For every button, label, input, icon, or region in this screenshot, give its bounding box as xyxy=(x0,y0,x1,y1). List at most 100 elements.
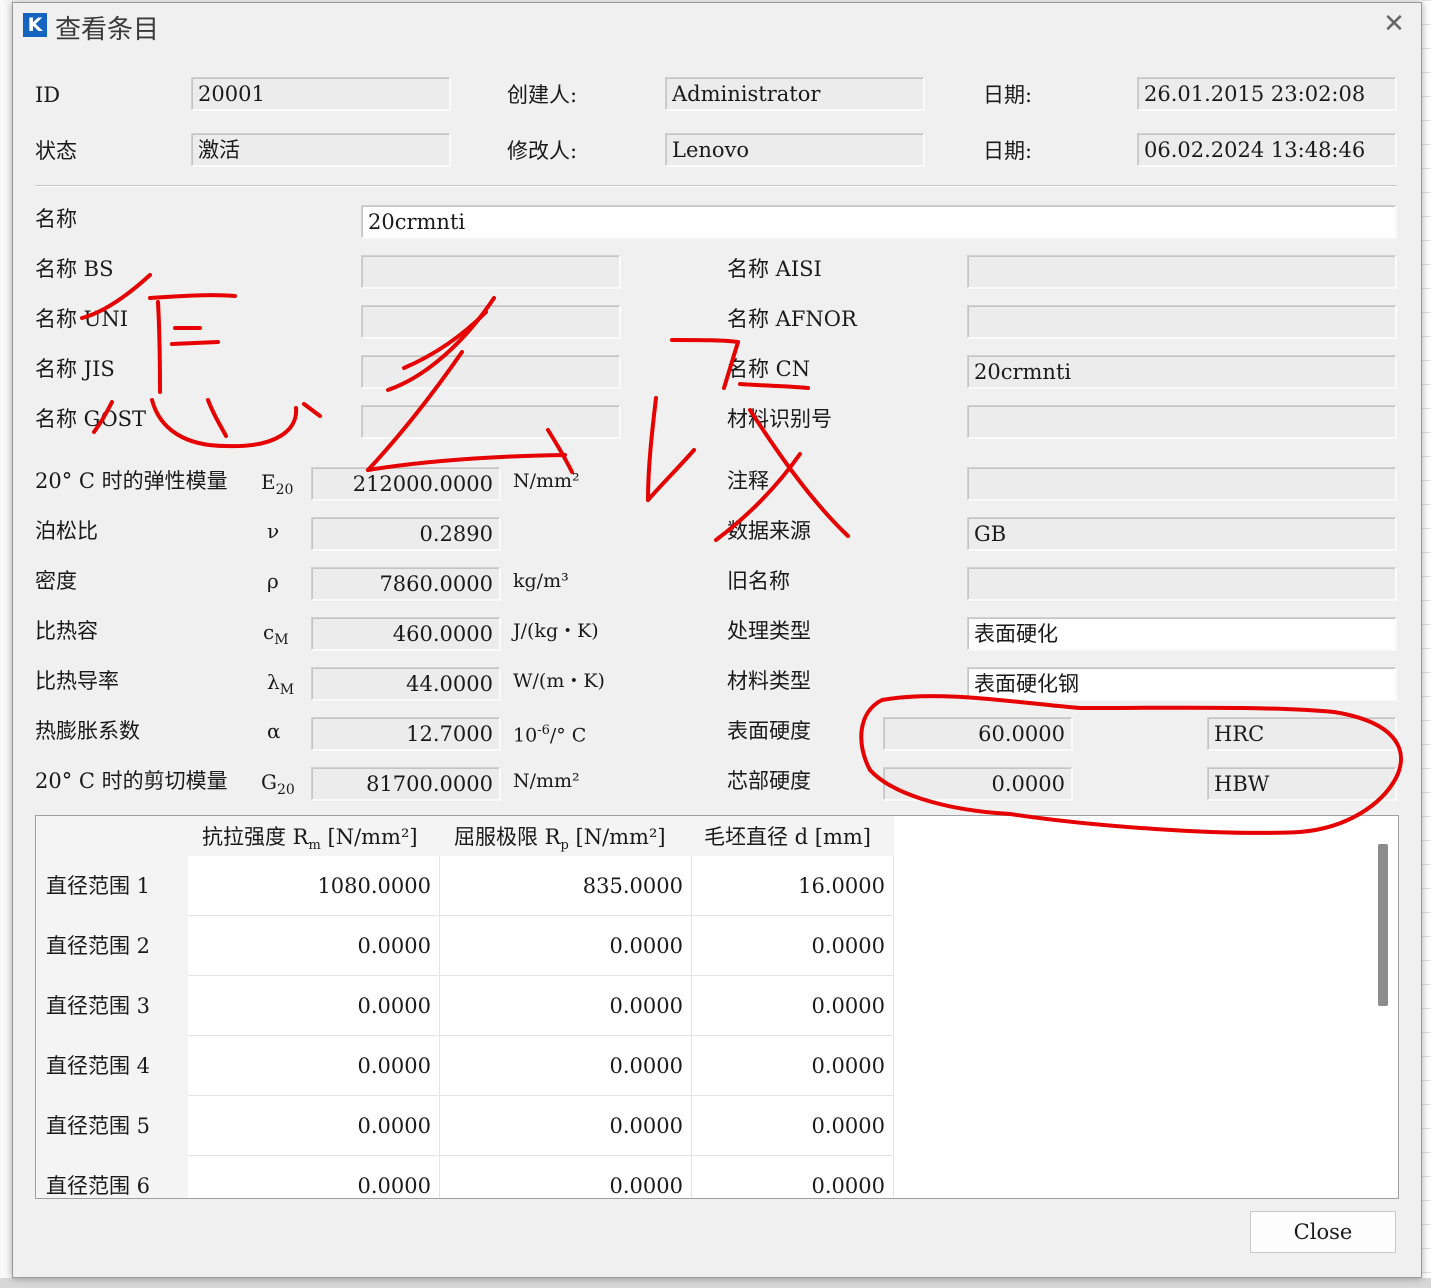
material-type-field[interactable]: 表面硬化钢 xyxy=(967,667,1397,701)
background-bottom-bar xyxy=(0,1278,1431,1288)
tensile-strength-cell[interactable]: 0.0000 xyxy=(188,1036,440,1096)
diameter-range-table[interactable]: 抗拉强度 Rm [N/mm²] 屈服极限 Rp [N/mm²] 毛坯直径 d [… xyxy=(35,815,1399,1199)
name-field[interactable]: 20crmnti xyxy=(361,205,1397,239)
surface-hardness-unit-field[interactable]: HRC xyxy=(1207,717,1397,751)
modifier-field[interactable]: Lenovo xyxy=(665,133,925,167)
poisson-symbol: ν xyxy=(267,519,280,543)
name-uni-field[interactable] xyxy=(361,305,621,339)
name-jis-field[interactable] xyxy=(361,355,621,389)
surface-hardness-field[interactable]: 60.0000 xyxy=(883,717,1073,751)
specific-heat-unit: J/(kg・K) xyxy=(513,620,599,642)
table-corner xyxy=(36,816,188,856)
name-cn-label: 名称 CN xyxy=(727,357,811,381)
name-aisi-label: 名称 AISI xyxy=(727,257,822,281)
background-grid xyxy=(1422,0,1431,1288)
material-id-label: 材料识别号 xyxy=(727,407,832,431)
yield-strength-cell[interactable]: 0.0000 xyxy=(440,976,692,1036)
blank-diameter-cell[interactable]: 0.0000 xyxy=(692,976,894,1036)
surface-hardness-label: 表面硬度 xyxy=(727,719,811,743)
modified-date-label: 日期: xyxy=(983,139,1033,163)
expansion-label: 热膨胀系数 xyxy=(35,719,140,743)
id-label: ID xyxy=(35,83,61,107)
expansion-field[interactable]: 12.7000 xyxy=(311,717,501,751)
name-bs-label: 名称 BS xyxy=(35,257,114,281)
modifier-label: 修改人: xyxy=(507,139,578,163)
creator-field[interactable]: Administrator xyxy=(665,77,925,111)
data-source-label: 数据来源 xyxy=(727,519,811,543)
density-unit: kg/m³ xyxy=(513,570,569,592)
g20-field[interactable]: 81700.0000 xyxy=(311,767,501,801)
specific-heat-field[interactable]: 460.0000 xyxy=(311,617,501,651)
name-afnor-field[interactable] xyxy=(967,305,1397,339)
app-logo-icon: K xyxy=(23,13,47,37)
comment-field[interactable] xyxy=(967,467,1397,501)
treatment-type-label: 处理类型 xyxy=(727,619,811,643)
name-label: 名称 xyxy=(35,207,77,231)
tensile-strength-cell[interactable]: 0.0000 xyxy=(188,976,440,1036)
conductivity-label: 比热导率 xyxy=(35,669,119,693)
blank-diameter-cell[interactable]: 0.0000 xyxy=(692,1096,894,1156)
yield-strength-cell[interactable]: 0.0000 xyxy=(440,1096,692,1156)
blank-diameter-cell[interactable]: 0.0000 xyxy=(692,1036,894,1096)
e20-label: 20° C 时的弹性模量 xyxy=(35,469,228,493)
poisson-label: 泊松比 xyxy=(35,519,98,543)
e20-symbol: E20 xyxy=(261,470,294,498)
specific-heat-label: 比热容 xyxy=(35,619,98,643)
yield-strength-cell[interactable]: 0.0000 xyxy=(440,916,692,976)
blank-diameter-cell[interactable]: 16.0000 xyxy=(692,856,894,916)
material-type-label: 材料类型 xyxy=(727,669,811,693)
name-afnor-label: 名称 AFNOR xyxy=(727,307,857,331)
conductivity-symbol: λM xyxy=(267,670,295,698)
name-bs-field[interactable] xyxy=(361,255,621,289)
title-bar[interactable]: K 查看条目 ✕ xyxy=(13,3,1421,49)
name-aisi-field[interactable] xyxy=(967,255,1397,289)
density-symbol: ρ xyxy=(267,569,279,593)
core-hardness-field[interactable]: 0.0000 xyxy=(883,767,1073,801)
table-row-label: 直径范围 4 xyxy=(36,1036,188,1096)
tensile-strength-cell[interactable]: 1080.0000 xyxy=(188,856,440,916)
e20-field[interactable]: 212000.0000 xyxy=(311,467,501,501)
material-id-field[interactable] xyxy=(967,405,1397,439)
conductivity-field[interactable]: 44.0000 xyxy=(311,667,501,701)
id-field[interactable]: 20001 xyxy=(191,77,451,111)
name-gost-field[interactable] xyxy=(361,405,621,439)
table-header-empty xyxy=(894,816,1398,856)
data-source-field[interactable]: GB xyxy=(967,517,1397,551)
name-gost-label: 名称 GOST xyxy=(35,407,147,431)
specific-heat-symbol: cM xyxy=(263,620,289,648)
yield-strength-header: 屈服极限 Rp [N/mm²] xyxy=(440,816,692,856)
tensile-strength-cell[interactable]: 0.0000 xyxy=(188,916,440,976)
yield-strength-cell[interactable]: 835.0000 xyxy=(440,856,692,916)
poisson-field[interactable]: 0.2890 xyxy=(311,517,501,551)
table-row-label: 直径范围 6 xyxy=(36,1156,188,1198)
core-hardness-label: 芯部硬度 xyxy=(727,769,811,793)
g20-label: 20° C 时的剪切模量 xyxy=(35,769,228,793)
separator xyxy=(35,185,1397,187)
comment-label: 注释 xyxy=(727,469,769,493)
tensile-strength-cell[interactable]: 0.0000 xyxy=(188,1096,440,1156)
treatment-type-field[interactable]: 表面硬化 xyxy=(967,617,1397,651)
table-row-label: 直径范围 3 xyxy=(36,976,188,1036)
table-scrollbar[interactable] xyxy=(1378,844,1388,1006)
blank-diameter-cell[interactable]: 0.0000 xyxy=(692,1156,894,1198)
blank-diameter-cell[interactable]: 0.0000 xyxy=(692,916,894,976)
close-button[interactable]: Close xyxy=(1250,1211,1396,1253)
yield-strength-cell[interactable]: 0.0000 xyxy=(440,1156,692,1198)
status-label: 状态 xyxy=(35,139,77,163)
table-row-label: 直径范围 5 xyxy=(36,1096,188,1156)
yield-strength-cell[interactable]: 0.0000 xyxy=(440,1036,692,1096)
density-label: 密度 xyxy=(35,569,77,593)
name-jis-label: 名称 JIS xyxy=(35,357,115,381)
created-date-label: 日期: xyxy=(983,83,1033,107)
created-date-field[interactable]: 26.01.2015 23:02:08 xyxy=(1137,77,1397,111)
status-field[interactable]: 激活 xyxy=(191,133,451,167)
expansion-unit: 10-6/° C xyxy=(513,723,587,747)
name-cn-field[interactable]: 20crmnti xyxy=(967,355,1397,389)
core-hardness-unit-field[interactable]: HBW xyxy=(1207,767,1397,801)
old-name-field[interactable] xyxy=(967,567,1397,601)
modified-date-field[interactable]: 06.02.2024 13:48:46 xyxy=(1137,133,1397,167)
old-name-label: 旧名称 xyxy=(727,569,790,593)
tensile-strength-cell[interactable]: 0.0000 xyxy=(188,1156,440,1198)
close-icon[interactable]: ✕ xyxy=(1381,11,1407,37)
density-field[interactable]: 7860.0000 xyxy=(311,567,501,601)
